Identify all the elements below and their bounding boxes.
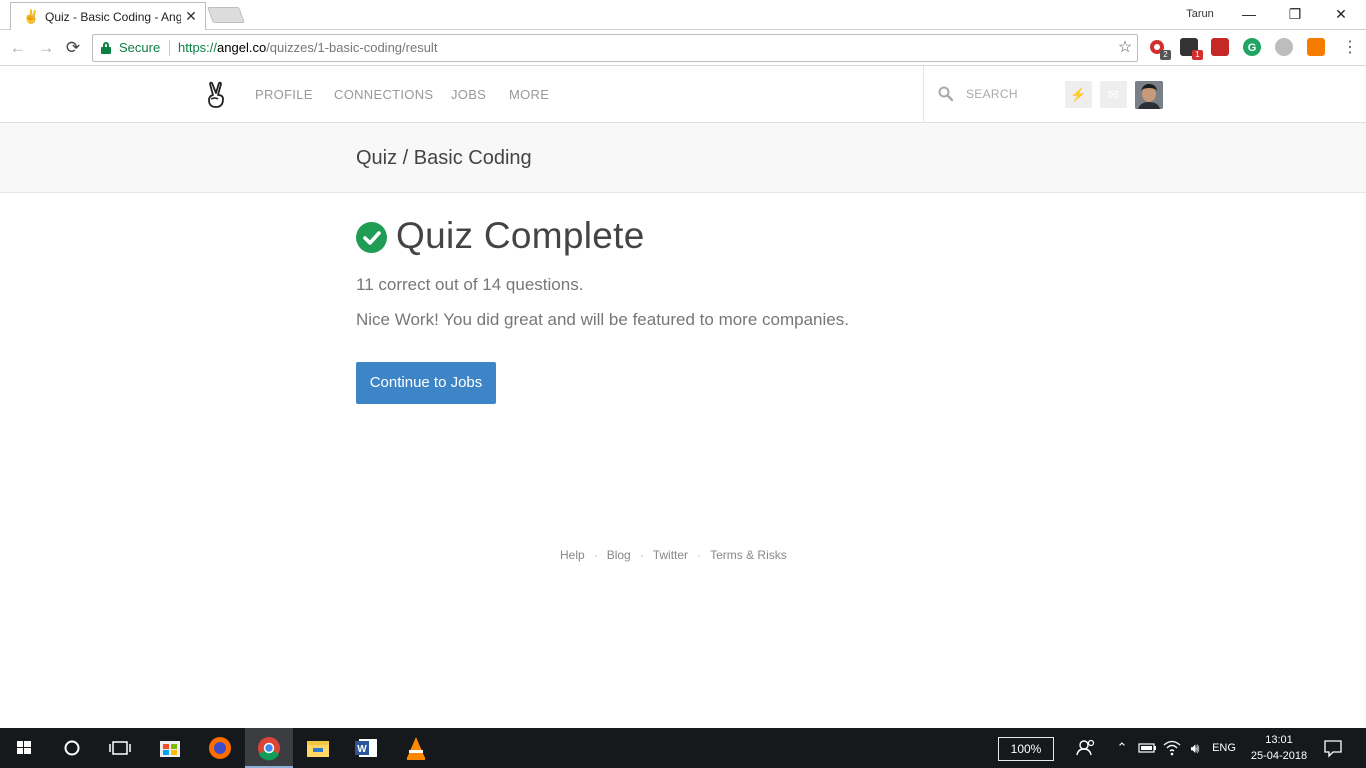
browser-profile-name[interactable]: Tarun <box>1178 6 1222 22</box>
svg-text:G: G <box>1248 42 1257 54</box>
pdf-extension-icon[interactable] <box>1211 38 1229 56</box>
browser-menu-icon[interactable]: ⋮ <box>1340 37 1360 59</box>
nav-jobs[interactable]: JOBS <box>451 87 486 103</box>
battery-icon[interactable] <box>1138 741 1158 755</box>
cortana-search-icon[interactable] <box>48 728 96 768</box>
browser-tab-active[interactable]: ✌ Quiz - Basic Coding - Angel ✕ <box>10 2 206 30</box>
vlc-icon[interactable] <box>392 728 440 768</box>
site-header: PROFILE CONNECTIONS JOBS MORE ⚡ ✉ <box>0 66 1366 123</box>
store-icon[interactable] <box>146 728 194 768</box>
back-arrow-icon[interactable]: ← <box>7 37 29 59</box>
bookmark-star-icon[interactable]: ☆ <box>1115 38 1135 58</box>
url-host: angel.co <box>217 40 267 55</box>
svg-text:W: W <box>357 744 367 755</box>
chrome-icon[interactable] <box>245 728 293 768</box>
secure-label: Secure <box>119 40 161 55</box>
new-tab-button[interactable] <box>207 7 245 23</box>
nav-connections[interactable]: CONNECTIONS <box>334 87 433 103</box>
checkmark-circle-icon <box>356 222 387 253</box>
page-subheader: Quiz / Basic Coding <box>0 123 1366 193</box>
footer-link-terms[interactable]: Terms & Risks <box>710 548 787 562</box>
avatar[interactable] <box>1135 81 1163 109</box>
reload-icon[interactable]: ⟳ <box>62 37 84 59</box>
url-scheme: https:// <box>178 40 218 55</box>
forward-arrow-icon[interactable]: → <box>35 37 57 59</box>
nav-profile[interactable]: PROFILE <box>255 87 313 103</box>
url-text[interactable]: https://angel.co/quizzes/1-basic-coding/… <box>178 40 437 56</box>
extension-icon[interactable] <box>1307 38 1325 56</box>
activity-bolt-icon[interactable]: ⚡ <box>1065 81 1092 108</box>
quiz-score-text: 11 correct out of 14 questions. <box>356 275 584 294</box>
extension-badge: 1 <box>1192 50 1203 60</box>
firefox-icon[interactable] <box>196 728 244 768</box>
footer-separator: · <box>697 548 702 562</box>
browser-titlebar: ✌ Quiz - Basic Coding - Angel ✕ Tarun — … <box>0 0 1366 30</box>
footer-link-twitter[interactable]: Twitter <box>653 548 688 562</box>
input-language[interactable]: ENG <box>1210 741 1238 755</box>
task-view-icon[interactable] <box>96 728 144 768</box>
wifi-icon[interactable] <box>1162 739 1182 757</box>
omnibox-divider <box>169 40 170 56</box>
volume-icon[interactable]: 🔊︎ <box>1185 738 1205 758</box>
chevron-up-icon[interactable]: ⌃ <box>1112 738 1132 758</box>
footer-link-help[interactable]: Help <box>560 548 585 562</box>
address-bar[interactable]: Secure https://angel.co/quizzes/1-basic-… <box>92 34 1138 62</box>
lock-icon <box>101 42 111 54</box>
quiz-feedback-text: Nice Work! You did great and will be fea… <box>356 310 849 329</box>
maximize-icon[interactable]: ❐ <box>1283 4 1307 24</box>
angellist-favicon-icon: ✌ <box>23 9 40 24</box>
windows-start-icon[interactable] <box>0 728 48 768</box>
footer-separator: · <box>639 548 644 562</box>
nav-more[interactable]: MORE <box>509 87 549 103</box>
tab-title: Quiz - Basic Coding - Angel <box>45 10 181 24</box>
url-path: /quizzes/1-basic-coding/result <box>266 40 438 55</box>
grammarly-extension-icon[interactable]: G <box>1243 38 1261 56</box>
footer-separator: · <box>593 548 598 562</box>
file-explorer-icon[interactable] <box>294 728 342 768</box>
adblock-extension-icon[interactable]: 2 <box>1148 38 1171 60</box>
page-title: Quiz Complete <box>396 215 645 256</box>
action-center-icon[interactable] <box>1320 738 1346 758</box>
continue-to-jobs-button[interactable]: Continue to Jobs <box>356 362 496 404</box>
minimize-icon[interactable]: — <box>1237 4 1261 24</box>
search-input[interactable] <box>966 85 1054 103</box>
site-search <box>923 66 1058 122</box>
angellist-logo-icon[interactable] <box>205 81 229 109</box>
close-window-icon[interactable]: ✕ <box>1329 4 1353 24</box>
extension-icon[interactable] <box>1275 38 1293 56</box>
site-footer: Help · Blog · Twitter · Terms & Risks <box>560 547 787 563</box>
browser-toolbar: ← → ⟳ Secure https://angel.co/quizzes/1-… <box>0 30 1366 66</box>
clock-date[interactable]: 25-04-2018 <box>1246 749 1312 763</box>
extension-badge: 2 <box>1160 50 1171 60</box>
battery-zoom-indicator[interactable]: 100% <box>998 737 1054 761</box>
breadcrumb: Quiz / Basic Coding <box>356 147 532 169</box>
word-icon[interactable]: W <box>343 728 391 768</box>
search-icon <box>938 86 954 102</box>
clock-time[interactable]: 13:01 <box>1246 733 1312 747</box>
people-icon[interactable] <box>1066 728 1106 768</box>
footer-link-blog[interactable]: Blog <box>607 548 631 562</box>
extension-icon[interactable]: 1 <box>1180 38 1203 60</box>
messages-envelope-icon[interactable]: ✉ <box>1100 81 1127 108</box>
tab-close-icon[interactable]: ✕ <box>183 8 199 24</box>
